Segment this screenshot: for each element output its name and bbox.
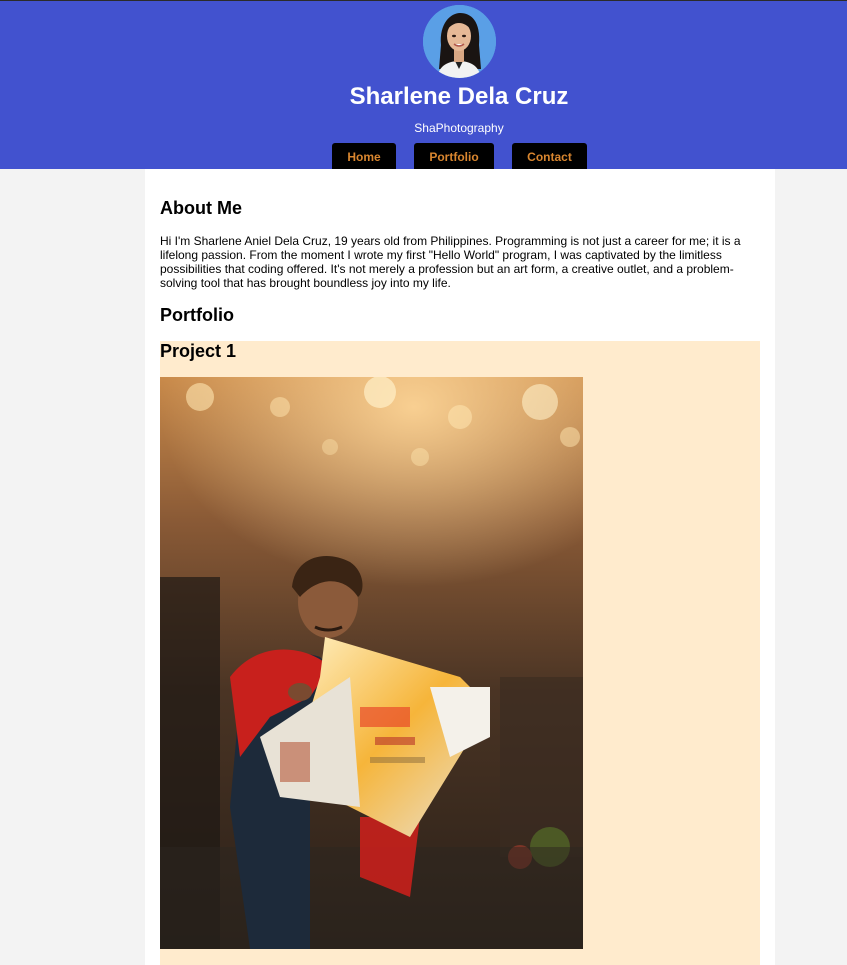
project-card: Project 1: [160, 341, 760, 965]
project-image: [160, 377, 583, 949]
nav-portfolio-button[interactable]: Portfolio: [414, 143, 494, 172]
main-content: About Me Hi I'm Sharlene Aniel Dela Cruz…: [145, 169, 775, 965]
about-heading: About Me: [160, 198, 242, 218]
nav-contact-button[interactable]: Contact: [512, 143, 587, 172]
site-tagline: ShaPhotography: [414, 121, 504, 135]
profile-photo: [423, 5, 496, 78]
project-photo: [160, 377, 583, 949]
portfolio-heading: Portfolio: [160, 305, 234, 325]
site-header: Sharlene Dela Cruz ShaPhotography Home P…: [0, 1, 847, 172]
nav-home-button[interactable]: Home: [332, 143, 396, 172]
about-text: Hi I'm Sharlene Aniel Dela Cruz, 19 year…: [160, 234, 741, 290]
site-title: Sharlene Dela Cruz: [349, 83, 569, 110]
project-title: Project 1: [160, 341, 237, 361]
avatar: [423, 5, 496, 78]
